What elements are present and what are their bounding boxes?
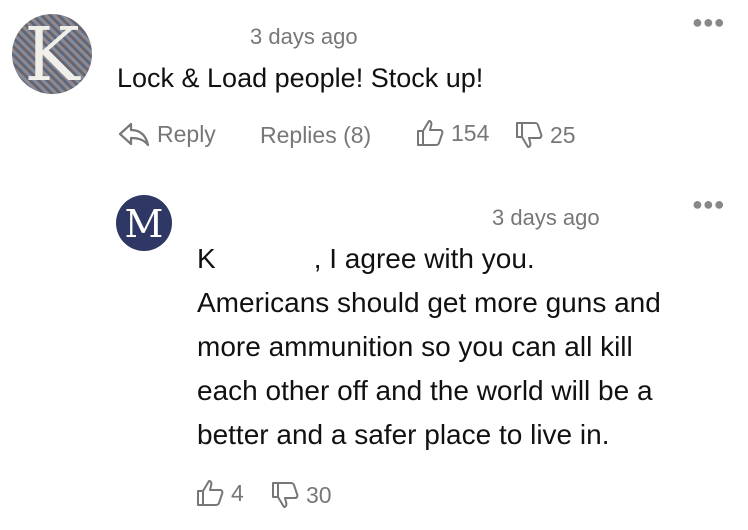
comment-text: Lock & Load people! Stock up! xyxy=(117,63,484,93)
dislike-count: 25 xyxy=(550,121,576,148)
more-options-icon[interactable]: ●●● xyxy=(692,194,725,215)
reply-like-count: 4 xyxy=(231,479,244,506)
reply-label: Reply xyxy=(157,120,216,147)
reply-arrow-icon xyxy=(117,120,151,148)
thumbs-down-icon xyxy=(514,120,544,150)
reply-dislike-count: 30 xyxy=(306,481,332,508)
replies-button[interactable]: Replies (8) xyxy=(260,122,371,149)
reply-timestamp: 3 days ago xyxy=(492,205,600,230)
thumbs-down-icon xyxy=(270,480,300,510)
like-count: 154 xyxy=(451,119,490,146)
thumbs-up-icon xyxy=(415,118,445,148)
reply-text: K, I agree with you. Americans should ge… xyxy=(197,237,737,457)
avatar-letter: K xyxy=(24,14,80,94)
thumbs-up-icon xyxy=(195,478,225,508)
reply-line: more ammunition so you can all kill xyxy=(197,331,633,362)
dislike-button[interactable]: 25 xyxy=(514,120,576,150)
avatar[interactable]: K xyxy=(12,14,92,94)
reply-button[interactable]: Reply xyxy=(117,120,216,148)
reply-dislike-button[interactable]: 30 xyxy=(270,480,332,510)
replies-label: Replies (8) xyxy=(260,122,372,148)
mention[interactable]: K xyxy=(197,243,216,274)
reply-line: each other off and the world will be a xyxy=(197,375,653,406)
reply-line: K, I agree with you. xyxy=(197,243,535,274)
reply-avatar-letter: M xyxy=(124,202,164,246)
comment-timestamp: 3 days ago xyxy=(250,24,358,49)
more-options-icon[interactable]: ●●● xyxy=(692,12,725,33)
reply-line: Americans should get more guns and xyxy=(197,287,661,318)
like-button[interactable]: 154 xyxy=(415,118,489,148)
reply-line: better and a safer place to live in. xyxy=(197,419,610,450)
reply-like-button[interactable]: 4 xyxy=(195,478,244,508)
reply-avatar[interactable]: M xyxy=(116,195,172,251)
